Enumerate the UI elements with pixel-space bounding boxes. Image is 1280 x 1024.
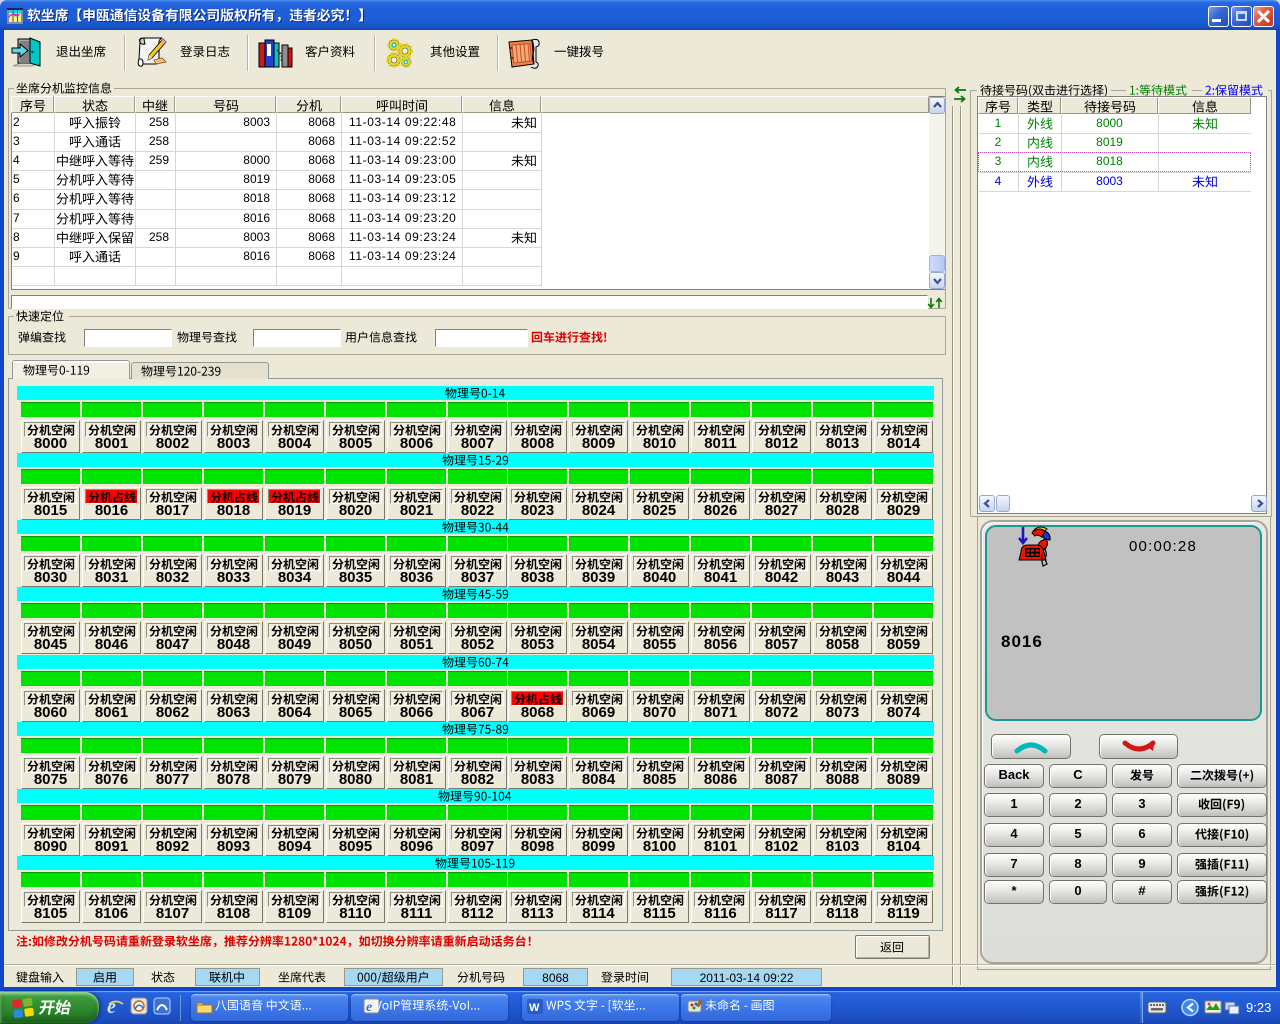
svg-text:e: e (366, 1000, 372, 1015)
svg-text:W: W (529, 1002, 540, 1014)
svg-text:e: e (107, 996, 116, 1018)
